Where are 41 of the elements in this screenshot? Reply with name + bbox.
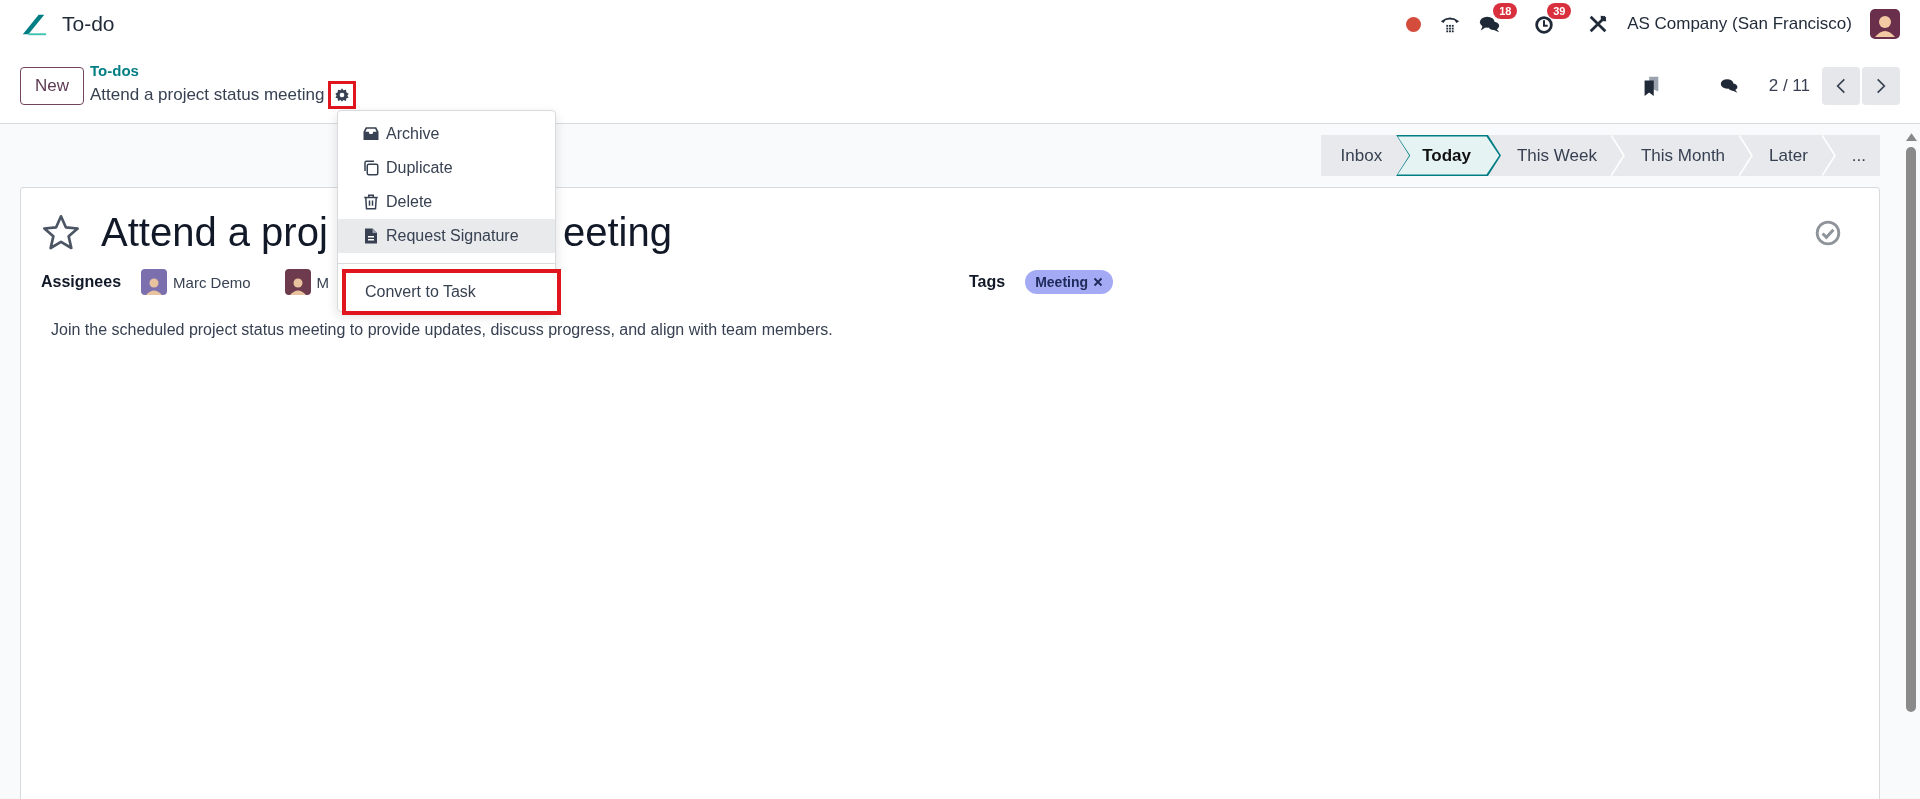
assignee-name[interactable]: Marc Demo — [173, 273, 251, 291]
pager-value[interactable]: 2 / 11 — [1768, 75, 1810, 96]
stage-separator — [1739, 135, 1754, 176]
stage-separator — [1821, 135, 1836, 176]
scroll-up-icon[interactable] — [1905, 132, 1917, 141]
tag[interactable]: Meeting — [1025, 270, 1114, 294]
chat-icon[interactable] — [1719, 76, 1739, 95]
trash-icon — [362, 193, 380, 211]
gear-icon — [334, 87, 351, 103]
record-title: Attend a project status meeting — [90, 85, 325, 105]
stage-separator — [1611, 135, 1625, 176]
company-switcher[interactable]: AS Company (San Francisco) — [1627, 14, 1852, 34]
check-circle-icon[interactable] — [1815, 219, 1841, 246]
badge: 39 — [1547, 3, 1572, 19]
app-title[interactable]: To-do — [62, 12, 115, 36]
menu-item[interactable]: Request Signature — [338, 219, 555, 253]
menu-item[interactable]: Archive — [338, 117, 555, 151]
status-dot-icon[interactable] — [1406, 16, 1422, 32]
field-label: Tags — [969, 273, 1006, 291]
document-icon — [362, 227, 380, 245]
menu-item[interactable]: Delete — [338, 185, 555, 219]
new-button[interactable]: New — [20, 66, 84, 105]
record-name: Attend a proj — [101, 210, 328, 255]
badge: 18 — [1493, 3, 1518, 19]
settings-button[interactable] — [328, 81, 357, 109]
inbox-tray-icon — [362, 125, 380, 143]
chevron-right-icon — [1876, 76, 1886, 95]
chevron-left-icon — [1836, 76, 1846, 95]
menu-item[interactable]: Convert to Task — [342, 269, 561, 315]
breadcrumb-link[interactable]: To-dos — [90, 62, 357, 79]
copy-icon — [362, 159, 380, 177]
record-name: eeting — [563, 210, 672, 255]
field-label: Assignees — [41, 273, 122, 291]
assignee-name[interactable]: M — [316, 273, 330, 291]
user-avatar[interactable] — [1870, 9, 1900, 39]
menu-item[interactable]: Duplicate — [338, 151, 555, 185]
close-icon[interactable] — [1093, 277, 1104, 287]
clock-icon[interactable] — [1533, 13, 1556, 35]
description-text: Join the scheduled project status meeting to provide updates, discuss progress, and align with team members. — [51, 321, 834, 339]
stage-button[interactable]: Today — [1396, 135, 1501, 176]
scrollbar[interactable] — [1904, 132, 1918, 712]
